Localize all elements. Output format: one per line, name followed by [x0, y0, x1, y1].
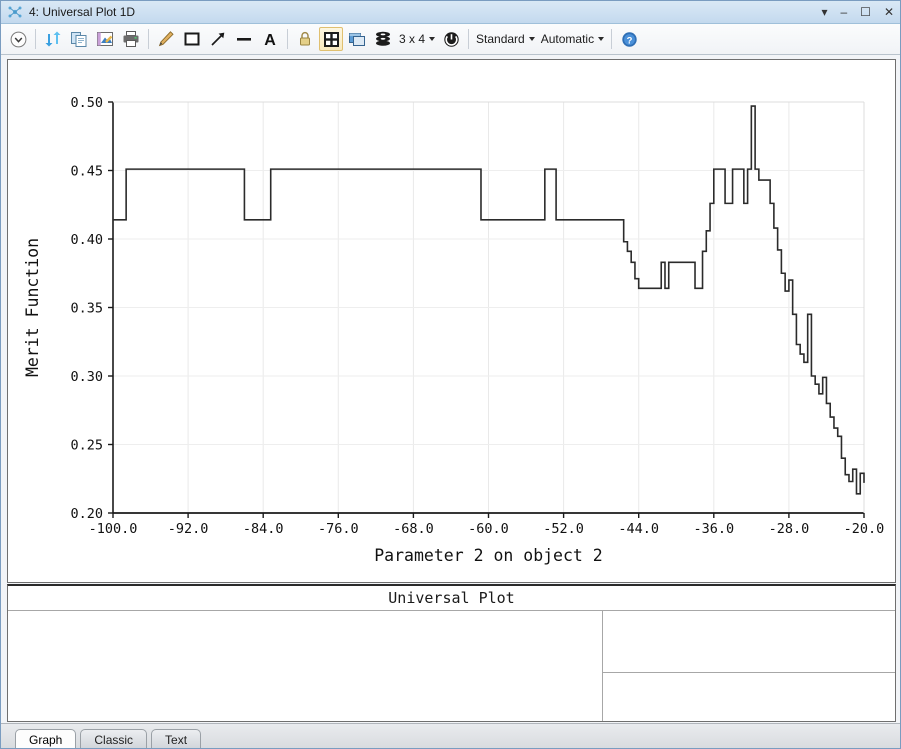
- detach-window-icon: [349, 33, 365, 46]
- printer-icon: [123, 31, 139, 47]
- update-mode-label: Automatic: [540, 32, 595, 46]
- fit-to-window-button[interactable]: [319, 27, 343, 51]
- x-tick-label: -20.0: [844, 521, 885, 537]
- fit-window-icon: [323, 31, 339, 47]
- toolbar-separator: [611, 29, 613, 49]
- graph-toolbar: A 3 x 4 Standard Automatic ?: [1, 24, 900, 55]
- draw-arrow-button[interactable]: [206, 27, 230, 51]
- refresh-cycle-icon: [443, 31, 459, 47]
- y-tick-label: 0.50: [70, 95, 103, 111]
- detach-window-button[interactable]: [345, 27, 369, 51]
- toolbar-separator: [35, 29, 36, 49]
- x-tick-label: -44.0: [618, 521, 659, 537]
- help-button[interactable]: ?: [617, 27, 641, 51]
- copy-button[interactable]: [67, 27, 91, 51]
- help-circle-icon: ?: [621, 31, 637, 47]
- x-tick-label: -84.0: [243, 521, 284, 537]
- rectangle-icon: [184, 32, 200, 46]
- close-button[interactable]: ✕: [884, 6, 894, 18]
- text-a-icon: A: [264, 32, 276, 48]
- save-image-button[interactable]: [93, 27, 117, 51]
- info-panel-title: Universal Plot: [8, 586, 895, 611]
- draw-line-button[interactable]: [232, 27, 256, 51]
- info-panel-vertical-divider: [602, 611, 603, 721]
- chevron-down-icon: [598, 37, 605, 41]
- lock-button[interactable]: [293, 27, 317, 51]
- x-tick-label: -100.0: [89, 521, 138, 537]
- tab-classic[interactable]: Classic: [80, 729, 148, 748]
- window-title: 4: Universal Plot 1D: [29, 5, 136, 19]
- chevron-down-circle-icon: [10, 31, 26, 47]
- grid-layout-label: 3 x 4: [399, 32, 426, 46]
- plot-info-panel: Universal Plot: [7, 584, 896, 722]
- draw-rectangle-button[interactable]: [180, 27, 204, 51]
- y-tick-label: 0.20: [70, 506, 103, 522]
- svg-text:?: ?: [626, 35, 632, 46]
- minimize-button[interactable]: –: [840, 6, 847, 18]
- refresh-button[interactable]: [41, 27, 65, 51]
- print-button[interactable]: [119, 27, 143, 51]
- x-tick-label: -36.0: [693, 521, 734, 537]
- layers-button[interactable]: [371, 27, 395, 51]
- y-tick-label: 0.30: [70, 369, 103, 385]
- info-panel-horizontal-divider: [602, 672, 895, 673]
- tab-text[interactable]: Text: [151, 729, 202, 748]
- titlebar-dropdown-button[interactable]: ▾: [821, 6, 827, 18]
- maximize-button[interactable]: ☐: [860, 6, 871, 18]
- y-tick-label: 0.40: [70, 232, 103, 248]
- tab-graph[interactable]: Graph: [15, 729, 77, 748]
- text-annotation-button[interactable]: A: [258, 27, 282, 51]
- lock-icon: [300, 31, 310, 46]
- update-mode-dropdown[interactable]: Automatic: [538, 32, 607, 46]
- tab-classic-label: Classic: [94, 733, 134, 747]
- chevron-down-icon: [528, 37, 535, 41]
- view-tab-strip: Graph Classic Text: [1, 723, 900, 748]
- x-tick-label: -92.0: [168, 521, 209, 537]
- svg-text:A: A: [264, 32, 276, 48]
- line-icon: [237, 38, 251, 41]
- window-titlebar: 4: Universal Plot 1D ▾ – ☐ ✕: [1, 1, 900, 24]
- annotate-pencil-button[interactable]: [154, 27, 178, 51]
- arrow-icon: [211, 32, 225, 46]
- x-tick-label: -68.0: [393, 521, 434, 537]
- merit-function-plot: 0.50 0.45 0.40 0.35 0.30 0.25 0.20-100.0 -92.0 -…: [8, 60, 895, 582]
- toolbar-separator: [468, 29, 470, 49]
- refresh-arrows-icon: [45, 31, 61, 47]
- info-panel-body: [8, 611, 895, 721]
- tab-graph-label: Graph: [29, 733, 63, 747]
- grid-layout-dropdown[interactable]: 3 x 4: [396, 32, 438, 46]
- save-image-icon: [97, 32, 113, 46]
- tab-text-label: Text: [165, 733, 188, 747]
- toolbar-separator: [148, 29, 149, 49]
- pencil-icon: [158, 31, 174, 47]
- toolbar-separator: [287, 29, 288, 49]
- expand-options-button[interactable]: [6, 27, 30, 51]
- y-axis-label: Merit Function: [23, 238, 42, 377]
- x-axis-label: Parameter 2 on object 2: [374, 546, 602, 565]
- x-tick-label: -60.0: [468, 521, 509, 537]
- x-tick-label: -76.0: [318, 521, 359, 537]
- style-dropdown-label: Standard: [476, 32, 525, 46]
- graph-display-panel[interactable]: 0.50 0.45 0.40 0.35 0.30 0.25 0.20 -100.0 -92.0 -…: [7, 59, 896, 583]
- x-tick-label: -52.0: [543, 521, 584, 537]
- copy-clipboard-icon: [71, 32, 87, 47]
- y-tick-label: 0.35: [70, 301, 103, 317]
- x-tick-label: -28.0: [769, 521, 810, 537]
- y-tick-label: 0.25: [70, 438, 103, 454]
- window-controls: ▾ – ☐ ✕: [821, 6, 900, 18]
- y-tick-label: 0.45: [70, 164, 103, 180]
- refresh-cycle-button[interactable]: [439, 27, 463, 51]
- style-dropdown[interactable]: Standard: [473, 32, 538, 46]
- universal-plot-window: 4: Universal Plot 1D ▾ – ☐ ✕ A 3 x 4 Sta…: [0, 0, 901, 749]
- layers-stack-icon: [376, 31, 390, 46]
- chevron-down-icon: [429, 37, 436, 41]
- plot-window-icon: [8, 6, 22, 18]
